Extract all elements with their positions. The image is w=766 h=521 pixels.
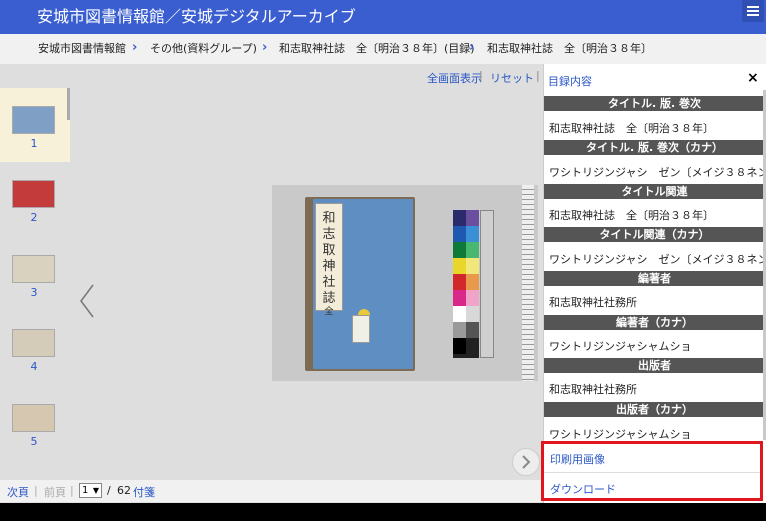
panel-title: 目録内容: [548, 75, 592, 88]
sticky-note-link[interactable]: 付箋: [133, 484, 155, 500]
thumbnail-item[interactable]: 2: [0, 162, 70, 236]
pagination-divider: |: [70, 484, 74, 497]
pagination-divider: |: [34, 484, 38, 497]
toolbar-divider: |: [536, 69, 540, 82]
pagination-bar: 次頁 | 前頁 | 1 ▼ / 62 付箋: [0, 480, 543, 502]
book-title-slip: 和 志 取 神 社 誌 全: [315, 203, 343, 317]
thumbnail-image: [12, 329, 55, 357]
breadcrumb-item-current: 和志取神社誌 全〔明治３８年〕: [487, 42, 652, 55]
window-bottom-bar: [0, 503, 766, 521]
field-label: 編著者（カナ）: [544, 315, 765, 330]
book-volume-mark: 全: [324, 307, 334, 317]
reset-link[interactable]: リセット: [490, 70, 534, 86]
total-pages: 62: [117, 484, 131, 497]
catalog-panel: 目録内容 × タイトル. 版. 巻次 和志取神社誌 全〔明治３８年〕 タイトル.…: [543, 64, 766, 503]
page-image[interactable]: 和 志 取 神 社 誌 全: [272, 185, 538, 381]
field-label: タイトル関連: [544, 184, 765, 199]
toolbar-divider: |: [479, 69, 483, 82]
thumbnail-number: 5: [30, 435, 38, 448]
field-value: 和志取神社誌 全〔明治３８年〕: [549, 209, 714, 222]
thumbnail-strip: 1 2 3 4 5: [0, 88, 70, 478]
page-select[interactable]: 1 ▼: [79, 483, 102, 498]
thumbnail-number: 4: [30, 360, 38, 373]
field-value: ワシトリジンジャシャムショ: [549, 428, 692, 441]
breadcrumb-chevron-icon: ›: [469, 40, 475, 55]
thumbnail-number: 1: [30, 137, 38, 150]
thumbnail-item[interactable]: 3: [0, 237, 70, 311]
thumbnail-image: [12, 180, 55, 208]
breadcrumb-item-group[interactable]: その他(資料グループ): [150, 42, 257, 56]
color-chart: [453, 210, 479, 358]
viewer-toolbar: 全画面表示 | リセット |: [0, 64, 543, 88]
prev-arrow-icon[interactable]: [78, 283, 96, 319]
ruler: [522, 185, 534, 381]
field-label: タイトル. 版. 巻次（カナ）: [544, 140, 765, 155]
breadcrumb-chevron-icon: ›: [262, 40, 268, 55]
site-title[interactable]: 安城市図書情報館／安城デジタルアーカイブ: [37, 7, 356, 27]
thumbnail-item[interactable]: 1: [0, 88, 70, 162]
field-value: 和志取神社誌 全〔明治３８年〕: [549, 122, 714, 135]
page-select-value: 1: [82, 485, 89, 496]
thumbnail-item[interactable]: 5: [0, 386, 70, 460]
thumbnail-number: 2: [30, 211, 38, 224]
page-separator: /: [107, 484, 111, 497]
menu-icon[interactable]: [742, 0, 764, 22]
print-image-link[interactable]: 印刷用画像: [550, 451, 605, 467]
field-label: タイトル. 版. 巻次: [544, 96, 765, 111]
breadcrumb: 安城市図書情報館 › その他(資料グループ) › 和志取神社誌 全〔明治３８年〕…: [0, 34, 766, 64]
field-label: 編著者: [544, 271, 765, 286]
field-value: ワシトリジンジャシ ゼン〔メイジ３８ネン〕: [549, 253, 763, 266]
field-label: 出版者: [544, 358, 765, 373]
gray-scale-bar: [480, 210, 494, 358]
site-header: 安城市図書情報館／安城デジタルアーカイブ: [0, 0, 766, 34]
next-arrow-icon[interactable]: [512, 448, 540, 476]
book-spine: [307, 199, 313, 369]
field-value: ワシトリジンジャシャムショ: [549, 340, 692, 353]
thumbnail-scrollbar[interactable]: [67, 88, 70, 120]
field-label: 出版者（カナ）: [544, 402, 765, 417]
fullscreen-link[interactable]: 全画面表示: [427, 70, 482, 86]
field-value: 和志取神社社務所: [549, 296, 637, 309]
app-window: 安城市図書情報館／安城デジタルアーカイブ 安城市図書情報館 › その他(資料グル…: [0, 0, 766, 521]
actions-divider: [544, 472, 760, 473]
book-label-sticker: [352, 315, 370, 343]
thumbnail-image: [12, 255, 55, 283]
field-value: 和志取神社社務所: [549, 383, 637, 396]
download-actions: 印刷用画像 ダウンロード: [541, 441, 763, 501]
close-icon[interactable]: ×: [747, 70, 759, 86]
thumbnail-number: 3: [30, 286, 38, 299]
thumbnail-item[interactable]: 4: [0, 311, 70, 385]
chevron-down-icon: ▼: [92, 486, 99, 495]
prev-page-link[interactable]: 前頁: [44, 484, 66, 500]
thumbnail-image: [12, 106, 55, 134]
field-label: タイトル関連（カナ）: [544, 227, 765, 242]
breadcrumb-chevron-icon: ›: [132, 40, 138, 55]
field-value: ワシトリジンジャシ ゼン〔メイジ３８ネン〕: [549, 166, 763, 179]
breadcrumb-item-home[interactable]: 安城市図書情報館: [38, 42, 126, 56]
next-page-link[interactable]: 次頁: [7, 484, 29, 500]
breadcrumb-item-catalog[interactable]: 和志取神社誌 全〔明治３８年〕(目録): [279, 42, 475, 56]
thumbnail-image: [12, 404, 55, 432]
download-link[interactable]: ダウンロード: [550, 481, 616, 497]
